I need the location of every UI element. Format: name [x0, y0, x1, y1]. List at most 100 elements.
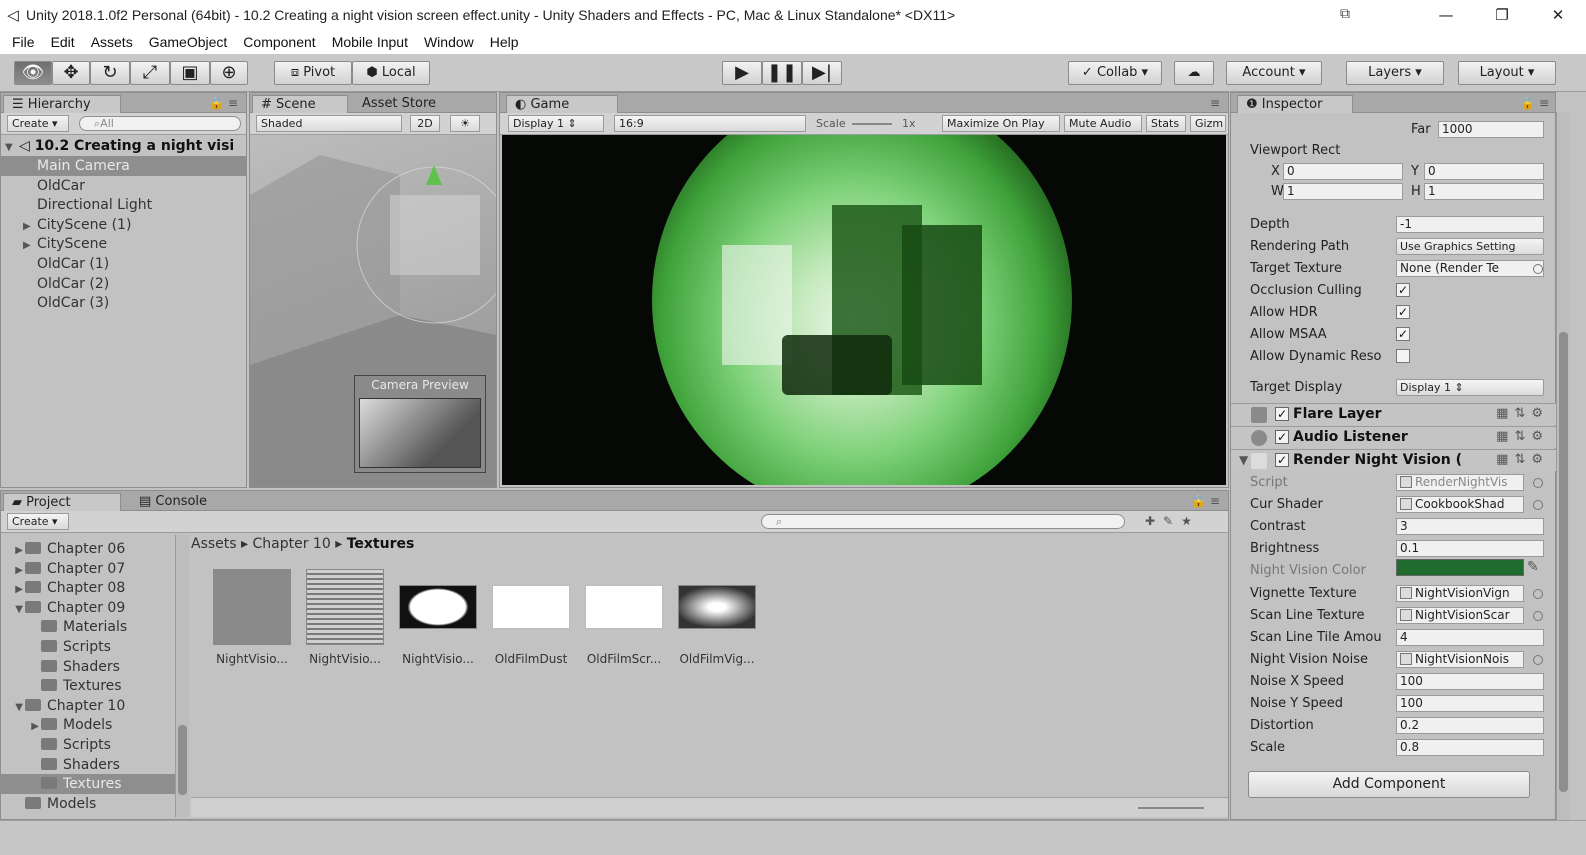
collab-dropdown[interactable]: ✓ Collab ▾ — [1068, 61, 1162, 85]
night-vision-prop-field[interactable]: NightVisionNois — [1396, 650, 1524, 668]
inspector-menu-icon[interactable]: 🔒 ≡ — [1520, 96, 1549, 110]
viewport-w-field[interactable]: 1 — [1283, 183, 1403, 200]
cloud-button[interactable]: ☁ — [1174, 61, 1214, 85]
camera-prop-checkbox[interactable]: ✓ — [1396, 327, 1410, 341]
menu-assets[interactable]: Assets — [83, 34, 141, 50]
project-tree-scroll-thumb[interactable] — [178, 725, 187, 795]
hierarchy-item[interactable]: Directional Light — [1, 195, 246, 215]
stats-toggle[interactable]: Stats — [1146, 115, 1186, 132]
feedback-icon[interactable]: ⧉ — [1340, 6, 1350, 22]
tab-inspector[interactable]: ❶ Inspector — [1237, 95, 1353, 113]
move-tool-button[interactable]: ✥ — [52, 61, 90, 85]
object-picker-icon[interactable] — [1533, 500, 1543, 511]
project-folder-item[interactable]: Scripts — [1, 637, 111, 657]
inspector-scrollbar[interactable] — [1556, 112, 1570, 820]
asset-item[interactable]: OldFilmDust — [488, 569, 574, 667]
rect-tool-button[interactable]: ▣ — [170, 61, 210, 85]
project-folder-item[interactable]: ▶ Models — [1, 715, 112, 735]
aspect-dropdown[interactable]: 16:9 — [614, 115, 806, 132]
project-folder-item[interactable]: ▶ Chapter 08 — [1, 578, 125, 598]
camera-prop-checkbox[interactable]: ✓ — [1396, 305, 1410, 319]
transform-tool-button[interactable]: ⊕ — [210, 61, 248, 85]
target-display-dropdown[interactable]: Display 1 ⇕ — [1396, 379, 1544, 396]
asset-item[interactable]: NightVisio... — [209, 569, 295, 667]
menu-window[interactable]: Window — [416, 34, 482, 50]
project-folder-item[interactable]: Shaders — [1, 657, 120, 677]
night-vision-prop-field[interactable]: 0.1 — [1396, 540, 1544, 558]
asset-item[interactable]: OldFilmVig... — [674, 569, 760, 667]
object-picker-icon[interactable] — [1533, 654, 1543, 665]
pivot-toggle[interactable]: ⧈ Pivot — [274, 61, 352, 85]
component-tools-icon[interactable]: ▦⇅⚙ — [1496, 406, 1549, 421]
tab-asset-store[interactable]: Asset Store — [354, 95, 444, 113]
hierarchy-item[interactable]: OldCar (1) — [1, 254, 246, 274]
view-tool-button[interactable]: 👁 — [14, 61, 52, 85]
eyedropper-icon[interactable]: ✎ — [1527, 559, 1539, 575]
inspector-scroll-thumb[interactable] — [1559, 332, 1568, 792]
tab-hierarchy[interactable]: ☰ Hierarchy — [3, 95, 121, 113]
thumbnail-size-slider[interactable] — [1138, 807, 1204, 809]
project-folder-item[interactable]: Shaders — [1, 755, 120, 775]
asset-item[interactable]: OldFilmScr... — [581, 569, 667, 667]
object-picker-icon[interactable] — [1533, 264, 1543, 274]
night-vision-prop-field[interactable]: 0.2 — [1396, 717, 1544, 735]
night-vision-color-swatch[interactable] — [1396, 559, 1524, 576]
add-component-button[interactable]: Add Component — [1248, 771, 1530, 798]
close-button[interactable]: ✕ — [1530, 0, 1586, 30]
night-vision-prop-field[interactable]: 3 — [1396, 518, 1544, 536]
local-toggle[interactable]: ⬢ Local — [352, 61, 430, 85]
viewport-y-field[interactable]: 0 — [1424, 163, 1544, 180]
hierarchy-item[interactable]: OldCar (2) — [1, 274, 246, 294]
play-button[interactable]: ▶ — [722, 61, 762, 85]
hierarchy-item[interactable]: OldCar (3) — [1, 293, 246, 313]
project-folder-item[interactable]: Textures — [1, 676, 122, 696]
hierarchy-search-input[interactable]: ⌕All — [79, 116, 241, 131]
component-tools-icon[interactable]: ▦⇅⚙ — [1496, 429, 1549, 444]
hierarchy-item[interactable]: ▶ CityScene (1) — [1, 215, 246, 235]
flare-layer-checkbox[interactable]: ✓ — [1275, 407, 1289, 421]
night-vision-prop-field[interactable]: 0.8 — [1396, 739, 1544, 757]
project-menu-icon[interactable]: 🔒 ≡ — [1191, 494, 1220, 508]
2d-toggle[interactable]: 2D — [410, 115, 440, 132]
night-vision-prop-field[interactable]: 4 — [1396, 628, 1544, 646]
audio-listener-checkbox[interactable]: ✓ — [1275, 430, 1289, 444]
maximize-button[interactable]: ❐ — [1474, 0, 1530, 30]
night-vision-prop-field[interactable]: NightVisionVign — [1396, 584, 1524, 602]
project-folder-item[interactable]: Models — [1, 794, 96, 814]
shading-dropdown[interactable]: Shaded — [256, 115, 402, 132]
project-folder-item[interactable]: ▶ Chapter 06 — [1, 539, 125, 559]
lighting-toggle[interactable]: ☀ — [450, 115, 480, 132]
project-folder-item[interactable]: ▼ Chapter 10 — [1, 696, 125, 716]
asset-item[interactable]: NightVisio... — [395, 569, 481, 667]
viewport-h-field[interactable]: 1 — [1424, 183, 1544, 200]
hierarchy-item[interactable]: ▶ CityScene — [1, 234, 246, 254]
viewport-x-field[interactable]: 0 — [1283, 163, 1403, 180]
menu-mobile-input[interactable]: Mobile Input — [324, 34, 416, 50]
maximize-on-play-toggle[interactable]: Maximize On Play — [942, 115, 1060, 132]
render-night-vision-header[interactable]: ▼ ✓ Render Night Vision ( ▦⇅⚙ — [1231, 449, 1557, 471]
project-folder-item[interactable]: ▼ Chapter 09 — [1, 598, 125, 618]
tab-scene[interactable]: # Scene — [252, 95, 348, 113]
pause-button[interactable]: ❚❚ — [762, 61, 802, 85]
audio-listener-header[interactable]: ✓ Audio Listener ▦⇅⚙ — [1231, 426, 1557, 448]
camera-prop-checkbox[interactable] — [1396, 349, 1410, 363]
step-button[interactable]: ▶| — [802, 61, 842, 85]
night-vision-prop-field[interactable]: NightVisionScar — [1396, 606, 1524, 624]
project-folder-item[interactable]: ▶ Chapter 07 — [1, 559, 125, 579]
breadcrumb-textures[interactable]: Textures — [347, 536, 415, 552]
account-dropdown[interactable]: Account ▾ — [1226, 61, 1322, 85]
layout-dropdown[interactable]: Layout ▾ — [1458, 61, 1556, 85]
night-vision-prop-field[interactable]: CookbookShad — [1396, 496, 1524, 514]
scene-viewport[interactable]: Camera Preview — [250, 135, 496, 487]
menu-component[interactable]: Component — [235, 34, 323, 50]
menu-edit[interactable]: Edit — [43, 34, 83, 50]
rotate-tool-button[interactable]: ↻ — [90, 61, 130, 85]
render-night-vision-checkbox[interactable]: ✓ — [1275, 453, 1289, 467]
menu-gameobject[interactable]: GameObject — [141, 34, 236, 50]
breadcrumb-assets[interactable]: Assets — [191, 536, 237, 552]
component-tools-icon[interactable]: ▦⇅⚙ — [1496, 452, 1549, 467]
project-tree-scrollbar[interactable] — [175, 535, 189, 817]
night-vision-prop-field[interactable]: 100 — [1396, 672, 1544, 690]
object-picker-icon[interactable] — [1533, 478, 1543, 488]
game-viewport[interactable] — [502, 135, 1226, 485]
